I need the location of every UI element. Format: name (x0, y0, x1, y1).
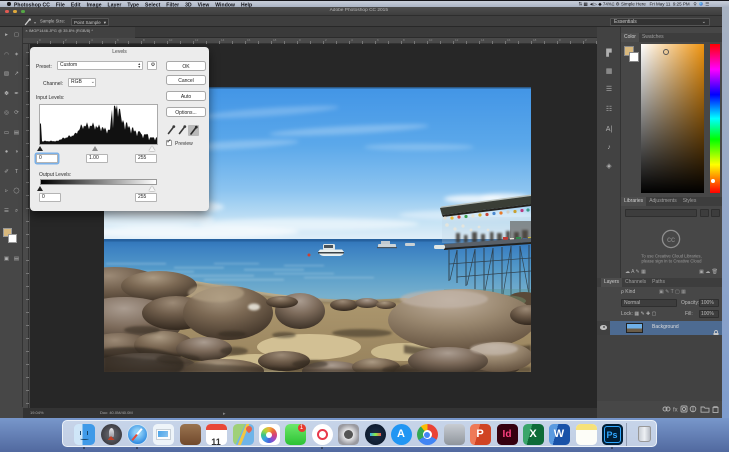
svg-text:fx: fx (673, 408, 678, 414)
svg-text:cc: cc (667, 235, 675, 244)
